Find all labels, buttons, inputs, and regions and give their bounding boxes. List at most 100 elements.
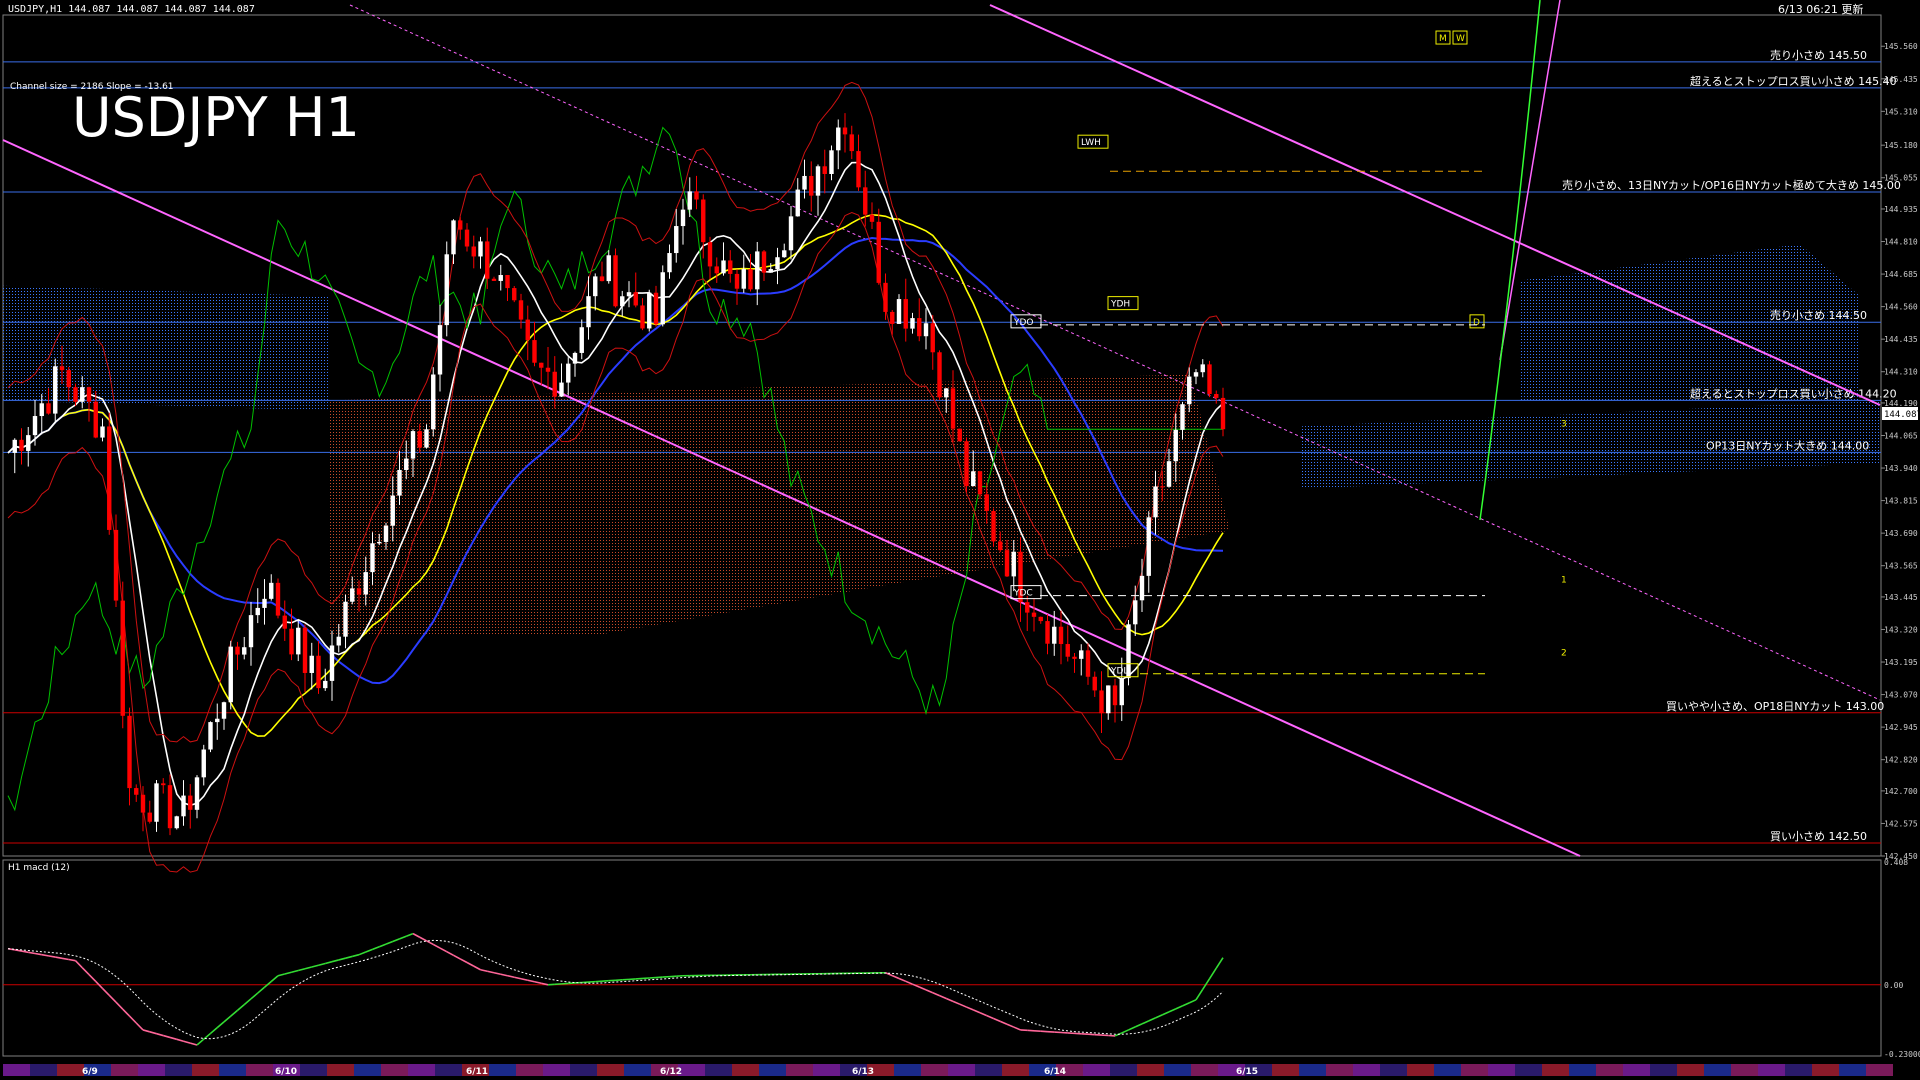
- date-strip-segment: [1866, 1064, 1893, 1076]
- candle-body: [755, 251, 760, 290]
- candle-body: [863, 187, 868, 215]
- candle-body: [262, 598, 267, 608]
- date-strip-segment: [1326, 1064, 1353, 1076]
- candle-body: [1031, 612, 1037, 617]
- candle-body: [100, 426, 105, 438]
- candle-body: [19, 439, 24, 451]
- candle-body: [552, 371, 557, 397]
- date-strip-segment: [219, 1064, 246, 1076]
- candle-body: [350, 588, 355, 602]
- candle-body: [107, 426, 112, 530]
- candle-body: [1004, 550, 1010, 577]
- candle-body: [208, 722, 213, 750]
- candle-body: [903, 299, 908, 329]
- candle-body: [289, 628, 294, 655]
- candle-body: [1180, 404, 1185, 430]
- candle-body: [39, 403, 44, 417]
- candle-body: [437, 325, 443, 375]
- candle-body: [613, 255, 618, 307]
- price-chart[interactable]: 売り小さめ 145.50 超えるとストップロス買い小さめ 145.40 売り小さめ、…: [0, 0, 1920, 1080]
- candle-body: [761, 251, 767, 273]
- candle-body: [701, 199, 706, 243]
- candle-body: [275, 582, 281, 616]
- x-tick-label: 6/14: [1044, 1067, 1066, 1077]
- candle-body: [255, 607, 260, 616]
- date-strip-segment: [1677, 1064, 1704, 1076]
- candle-body: [248, 615, 254, 648]
- date-strip-segment: [1353, 1064, 1380, 1076]
- candle-body: [221, 702, 227, 719]
- candle-body: [674, 226, 679, 254]
- y-tick-label: 145.055: [1884, 174, 1918, 183]
- candle-body: [667, 253, 672, 273]
- candle-body: [572, 352, 578, 364]
- candle-body: [458, 220, 463, 230]
- candle-body: [1193, 372, 1199, 377]
- y-tick-label: 145.180: [1884, 141, 1918, 150]
- candle-body: [1106, 685, 1111, 714]
- x-tick-label: 6/10: [275, 1067, 297, 1077]
- candle-body: [559, 382, 564, 397]
- candle-body: [1166, 461, 1172, 487]
- date-strip-segment: [597, 1064, 624, 1076]
- candle-body: [957, 428, 962, 442]
- date-strip-segment: [30, 1064, 57, 1076]
- candle-body: [782, 250, 787, 258]
- date-strip-segment: [3, 1064, 30, 1076]
- candle-body: [998, 541, 1003, 551]
- y-tick-label: 142.700: [1884, 787, 1918, 796]
- date-strip-segment: [1704, 1064, 1731, 1076]
- candle-body: [397, 469, 402, 496]
- marker-label: YDL: [1110, 667, 1128, 677]
- candle-body: [977, 471, 983, 495]
- candle-body: [795, 189, 800, 217]
- candle-body: [1072, 656, 1077, 659]
- candle-body: [93, 401, 98, 438]
- y-tick-label: 143.445: [1884, 593, 1918, 602]
- candle-body: [836, 127, 841, 151]
- candle-body: [721, 260, 726, 274]
- candle-body: [883, 282, 888, 312]
- candle-body: [620, 296, 625, 307]
- candle-body: [478, 241, 483, 257]
- date-strip-segment: [948, 1064, 975, 1076]
- candle-body: [849, 134, 854, 152]
- candle-body: [1200, 364, 1205, 373]
- candle-body: [518, 300, 524, 320]
- candle-body: [788, 216, 794, 251]
- marker-label: M: [1439, 34, 1447, 44]
- marker-label: LWH: [1081, 138, 1101, 148]
- y-tick-label: 143.195: [1884, 658, 1918, 667]
- date-strip-segment: [1839, 1064, 1866, 1076]
- candle-body: [113, 529, 119, 601]
- candle-body: [896, 299, 902, 324]
- date-strip-segment: [192, 1064, 219, 1076]
- candle-body: [647, 292, 652, 329]
- date-strip-segment: [1542, 1064, 1569, 1076]
- candle-body: [842, 127, 848, 135]
- date-strip-segment: [1623, 1064, 1650, 1076]
- candle-body: [707, 242, 713, 267]
- date-strip-segment: [1110, 1064, 1137, 1076]
- date-strip-segment: [516, 1064, 543, 1076]
- candle-body: [1173, 429, 1178, 462]
- candle-body: [653, 292, 659, 325]
- candle-body: [242, 647, 247, 655]
- candle-body: [748, 269, 753, 290]
- y-tick-label: 144.435: [1884, 335, 1918, 344]
- candle-body: [485, 241, 490, 279]
- cloud-bull: [3, 285, 330, 411]
- date-strip-segment: [705, 1064, 732, 1076]
- date-strip-segment: [570, 1064, 597, 1076]
- candle-body: [532, 340, 537, 363]
- marker-label: 2: [1561, 649, 1567, 659]
- candle-body: [910, 318, 915, 329]
- candle-body: [856, 151, 861, 188]
- candle-body: [1052, 626, 1057, 644]
- y-tick-label: 143.940: [1884, 464, 1918, 473]
- candle-body: [296, 627, 301, 655]
- date-strip-segment: [1299, 1064, 1326, 1076]
- x-tick-label: 6/11: [466, 1067, 488, 1077]
- candle-body: [944, 388, 949, 398]
- candle-body: [950, 388, 956, 429]
